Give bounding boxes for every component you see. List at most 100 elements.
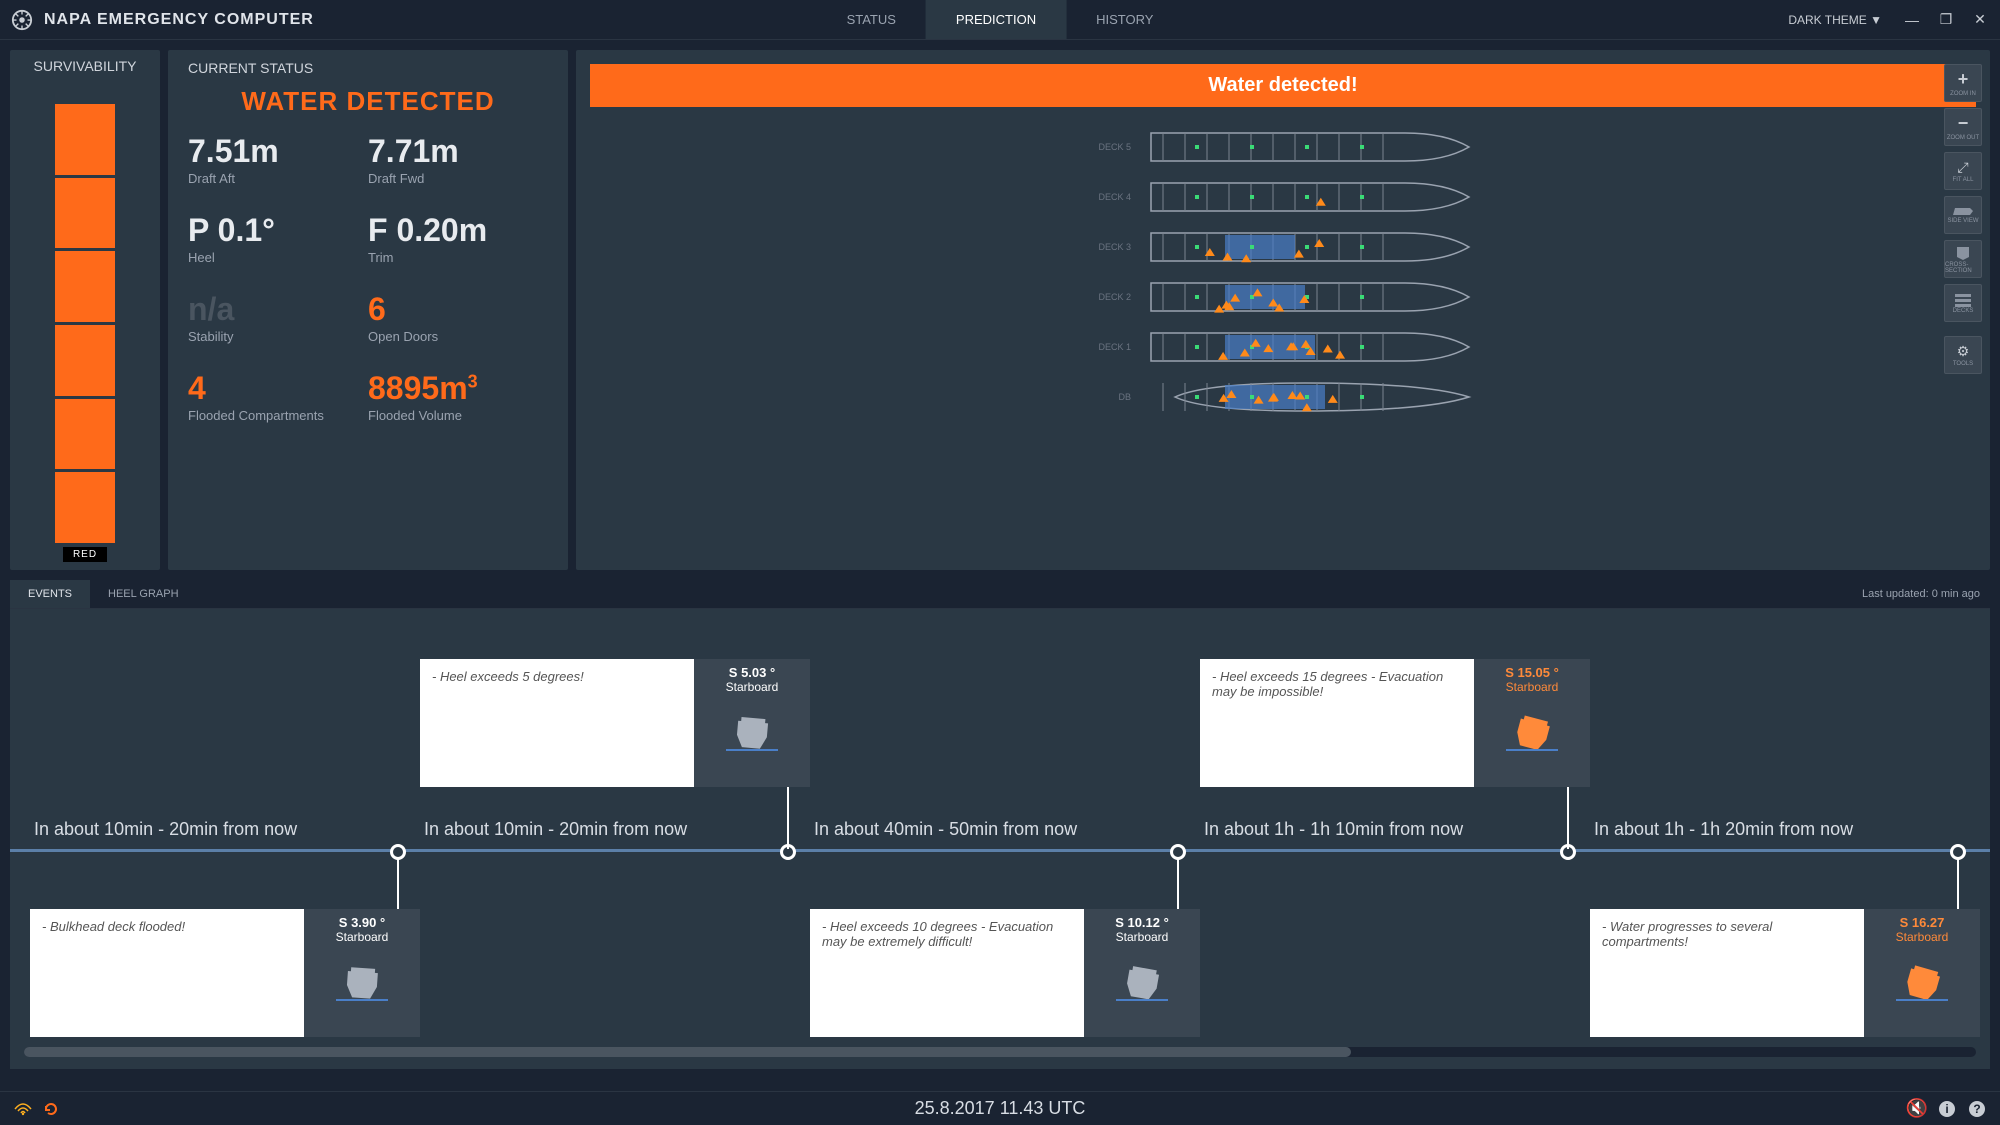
status-value: 7.71m [368,135,548,167]
tab-history[interactable]: HISTORY [1066,0,1183,39]
survivability-level: RED [63,547,107,562]
status-value: F 0.20m [368,214,548,246]
event-heel-value: S 10.12 ° [1115,915,1169,930]
survivability-panel: SURVIVABILITY RED [10,50,160,570]
status-value: P 0.1° [188,214,368,246]
event-heel-side: Starboard [1896,930,1949,944]
timeline-interval-label: In about 10min - 20min from now [410,819,701,840]
event-text: - Bulkhead deck flooded! [30,909,304,1037]
timeline-stem [397,857,399,909]
deck-label: DECK 1 [1091,342,1131,352]
current-status-title: CURRENT STATUS [188,60,548,76]
main-tabs: STATUS PREDICTION HISTORY [817,0,1184,39]
deck-plans[interactable]: DECK 5 DECK 4 DECK 3 DECK 2 DECK 1 DB [576,127,1990,417]
timeline-event-card[interactable]: - Heel exceeds 10 degrees - Evacuation m… [810,909,1200,1037]
close-button[interactable]: ✕ [1970,10,1990,30]
timeline-axis [10,849,1990,852]
timeline-scrollbar[interactable] [24,1047,1976,1057]
footer-datetime: 25.8.2017 11.43 UTC [915,1098,1086,1119]
timeline-event-card[interactable]: - Water progresses to several compartmen… [1590,909,1980,1037]
event-heel-thumb: S 5.03 ° Starboard [694,659,810,787]
event-heel-side: Starboard [726,680,779,694]
mute-icon[interactable]: 🔇 [1908,1100,1926,1118]
status-value: 6 [368,293,548,325]
status-label: Draft Aft [188,171,368,186]
timeline-stem [787,787,789,849]
timeline-interval-label: In about 10min - 20min from now [20,819,311,840]
tools-button[interactable]: ⚙TOOLS [1944,336,1982,374]
last-updated-label: Last updated: 0 min ago [1862,588,1990,600]
timeline-event-card[interactable]: - Heel exceeds 5 degrees! S 5.03 ° Starb… [420,659,810,787]
deck-row[interactable]: DECK 5 [1091,127,1475,167]
status-label: Flooded Compartments [188,408,368,423]
status-value: n/a [188,293,368,325]
zoom-in-button[interactable]: +ZOOM IN [1944,64,1982,102]
status-cell: 7.51m Draft Aft [188,135,368,186]
status-value: 4 [188,372,368,404]
status-cell: 8895m3 Flooded Volume [368,372,548,423]
svg-text:i: i [1945,1102,1948,1116]
alert-banner-text: Water detected! [1208,74,1357,96]
event-text: - Heel exceeds 10 degrees - Evacuation m… [810,909,1084,1037]
status-cell: 7.71m Draft Fwd [368,135,548,186]
lower-section: EVENTS HEEL GRAPH Last updated: 0 min ag… [0,580,2000,1069]
status-cell: P 0.1°Heel [188,214,368,265]
tab-heel-graph[interactable]: HEEL GRAPH [90,580,197,608]
deck-row[interactable]: DECK 3 [1091,227,1475,267]
status-value: 8895m3 [368,372,548,404]
timeline-stem [1177,857,1179,909]
scrollbar-thumb[interactable] [24,1047,1351,1057]
minimize-button[interactable]: — [1902,10,1922,30]
sync-icon[interactable] [42,1100,60,1118]
zoom-out-button[interactable]: −ZOOM OUT [1944,108,1982,146]
title-bar: NAPA EMERGENCY COMPUTER STATUS PREDICTIO… [0,0,2000,40]
maximize-button[interactable]: ❐ [1936,10,1956,30]
status-grid: 7.51m Draft Aft7.71m Draft Fwd P 0.1°HeelF … [188,135,548,423]
info-icon[interactable]: i [1938,1100,1956,1118]
theme-selector[interactable]: DARK THEME ▼ [1782,9,1888,31]
surv-seg [55,251,115,322]
status-label: Draft Fwd [368,171,548,186]
timeline-interval-label: In about 1h - 1h 20min from now [1580,819,1867,840]
event-heel-thumb: S 16.27 Starboard [1864,909,1980,1037]
survivability-title: SURVIVABILITY [34,58,137,74]
status-bar: 25.8.2017 11.43 UTC 🔇 i ? [0,1091,2000,1125]
deck-row[interactable]: DECK 4 [1091,177,1475,217]
event-heel-side: Starboard [1116,930,1169,944]
tab-events[interactable]: EVENTS [10,580,90,608]
timeline-event-card[interactable]: - Bulkhead deck flooded! S 3.90 ° Starbo… [30,909,420,1037]
timeline-event-card[interactable]: - Heel exceeds 15 degrees - Evacuation m… [1200,659,1590,787]
ship-visualization-panel: Water detected! ✕ DECK 5DECK 4DECK 3DECK… [576,50,1990,570]
deck-row[interactable]: DECK 2 [1091,277,1475,317]
timeline-stem [1567,787,1569,849]
status-value: 7.51m [188,135,368,167]
decks-button[interactable]: DECKS [1944,284,1982,322]
fit-all-button[interactable]: ⤢FIT ALL [1944,152,1982,190]
status-label: Stability [188,329,368,344]
status-label: Open Doors [368,329,548,344]
view-tool-rail: +ZOOM IN −ZOOM OUT ⤢FIT ALL SIDE VIEW CR… [1944,64,1982,374]
svg-text:?: ? [1973,1102,1980,1116]
cross-section-button[interactable]: CROSS-SECTION [1944,240,1982,278]
event-text: - Water progresses to several compartmen… [1590,909,1864,1037]
side-view-button[interactable]: SIDE VIEW [1944,196,1982,234]
timeline[interactable]: In about 10min - 20min from now In about … [10,609,1990,1069]
status-cell: n/a Stability [188,293,368,344]
event-heel-thumb: S 15.05 ° Starboard [1474,659,1590,787]
status-label: Flooded Volume [368,408,548,423]
surv-seg [55,472,115,543]
event-heel-value: S 15.05 ° [1505,665,1559,680]
deck-label: DECK 5 [1091,142,1131,152]
tab-prediction[interactable]: PREDICTION [926,0,1066,39]
deck-label: DECK 3 [1091,242,1131,252]
deck-row[interactable]: DECK 1 [1091,327,1475,367]
deck-row[interactable]: DB [1091,377,1475,417]
event-text: - Heel exceeds 15 degrees - Evacuation m… [1200,659,1474,787]
current-status-panel: CURRENT STATUS WATER DETECTED 7.51mDraft… [168,50,568,570]
surv-seg [55,104,115,175]
event-heel-thumb: S 10.12 ° Starboard [1084,909,1200,1037]
help-icon[interactable]: ? [1968,1100,1986,1118]
survivability-bar [55,104,115,543]
tab-status[interactable]: STATUS [817,0,926,39]
timeline-stem [1957,857,1959,909]
